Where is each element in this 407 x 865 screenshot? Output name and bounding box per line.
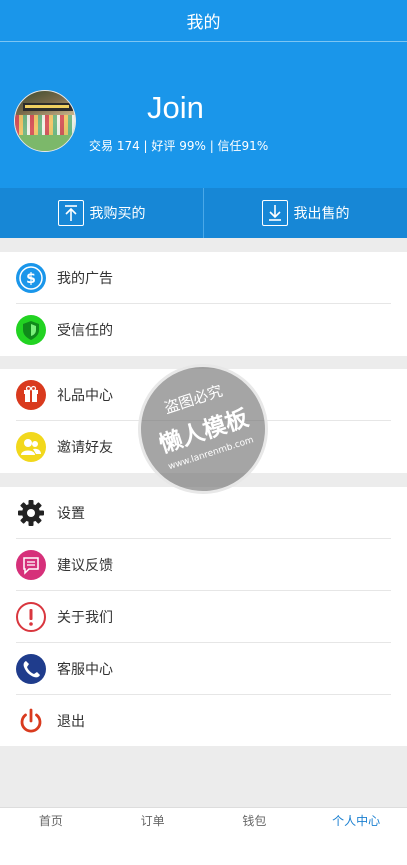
- my-sales-label: 我出售的: [293, 206, 350, 222]
- profile-card: Join 交易 174 | 好评 99% | 信任91%: [0, 42, 407, 188]
- tab-profile[interactable]: 个人中心: [305, 808, 407, 865]
- svg-text:$: $: [26, 271, 36, 287]
- menu-group-system: 设置 建议反馈 关于我们 客服中心 退出: [0, 487, 407, 747]
- menu-item-label: 受信任的: [57, 323, 113, 339]
- menu-item-my-ads[interactable]: $ 我的广告: [0, 252, 407, 304]
- menu-item-label: 客服中心: [57, 662, 113, 678]
- gift-icon: [16, 380, 46, 410]
- menu-item-customer-service[interactable]: 客服中心: [0, 643, 407, 695]
- menu-item-trusted[interactable]: 受信任的: [0, 304, 407, 356]
- exclamation-icon: [16, 602, 46, 632]
- dollar-icon: $: [16, 263, 46, 293]
- gear-icon: [16, 498, 46, 528]
- menu-item-label: 我的广告: [57, 271, 113, 287]
- menu-item-label: 设置: [57, 506, 85, 522]
- menu-group-account: $ 我的广告 受信任的: [0, 252, 407, 356]
- phone-icon: [16, 654, 46, 684]
- download-icon: [261, 200, 288, 226]
- bottom-tab-bar: 首页 订单 钱包 个人中心: [0, 807, 407, 865]
- tab-home[interactable]: 首页: [0, 808, 102, 865]
- page-header: 我的: [0, 0, 407, 41]
- feedback-icon: [16, 550, 46, 580]
- user-stats: 交易 174 | 好评 99% | 信任91%: [89, 139, 269, 153]
- tab-wallet[interactable]: 钱包: [204, 808, 306, 865]
- my-sales-button[interactable]: 我出售的: [204, 188, 407, 238]
- menu-item-feedback[interactable]: 建议反馈: [0, 539, 407, 591]
- menu-item-about-us[interactable]: 关于我们: [0, 591, 407, 643]
- tab-orders[interactable]: 订单: [102, 808, 204, 865]
- username: Join: [147, 90, 204, 125]
- shield-icon: [16, 315, 46, 345]
- menu-item-label: 关于我们: [57, 610, 113, 626]
- users-icon: [16, 432, 46, 462]
- bottom-spacer: [0, 746, 407, 807]
- my-purchases-button[interactable]: 我购买的: [0, 188, 203, 238]
- menu-item-label: 邀请好友: [57, 440, 113, 456]
- menu-item-label: 礼品中心: [57, 388, 113, 404]
- trade-bar: 我购买的 我出售的: [0, 188, 407, 238]
- my-purchases-label: 我购买的: [89, 206, 146, 222]
- upload-icon: [57, 200, 84, 226]
- menu-item-label: 建议反馈: [57, 558, 113, 574]
- menu-item-settings[interactable]: 设置: [0, 487, 407, 539]
- avatar[interactable]: [14, 90, 76, 152]
- power-icon: [16, 706, 46, 736]
- menu-item-logout[interactable]: 退出: [0, 695, 407, 747]
- menu-item-label: 退出: [57, 714, 85, 730]
- page-title: 我的: [186, 13, 221, 33]
